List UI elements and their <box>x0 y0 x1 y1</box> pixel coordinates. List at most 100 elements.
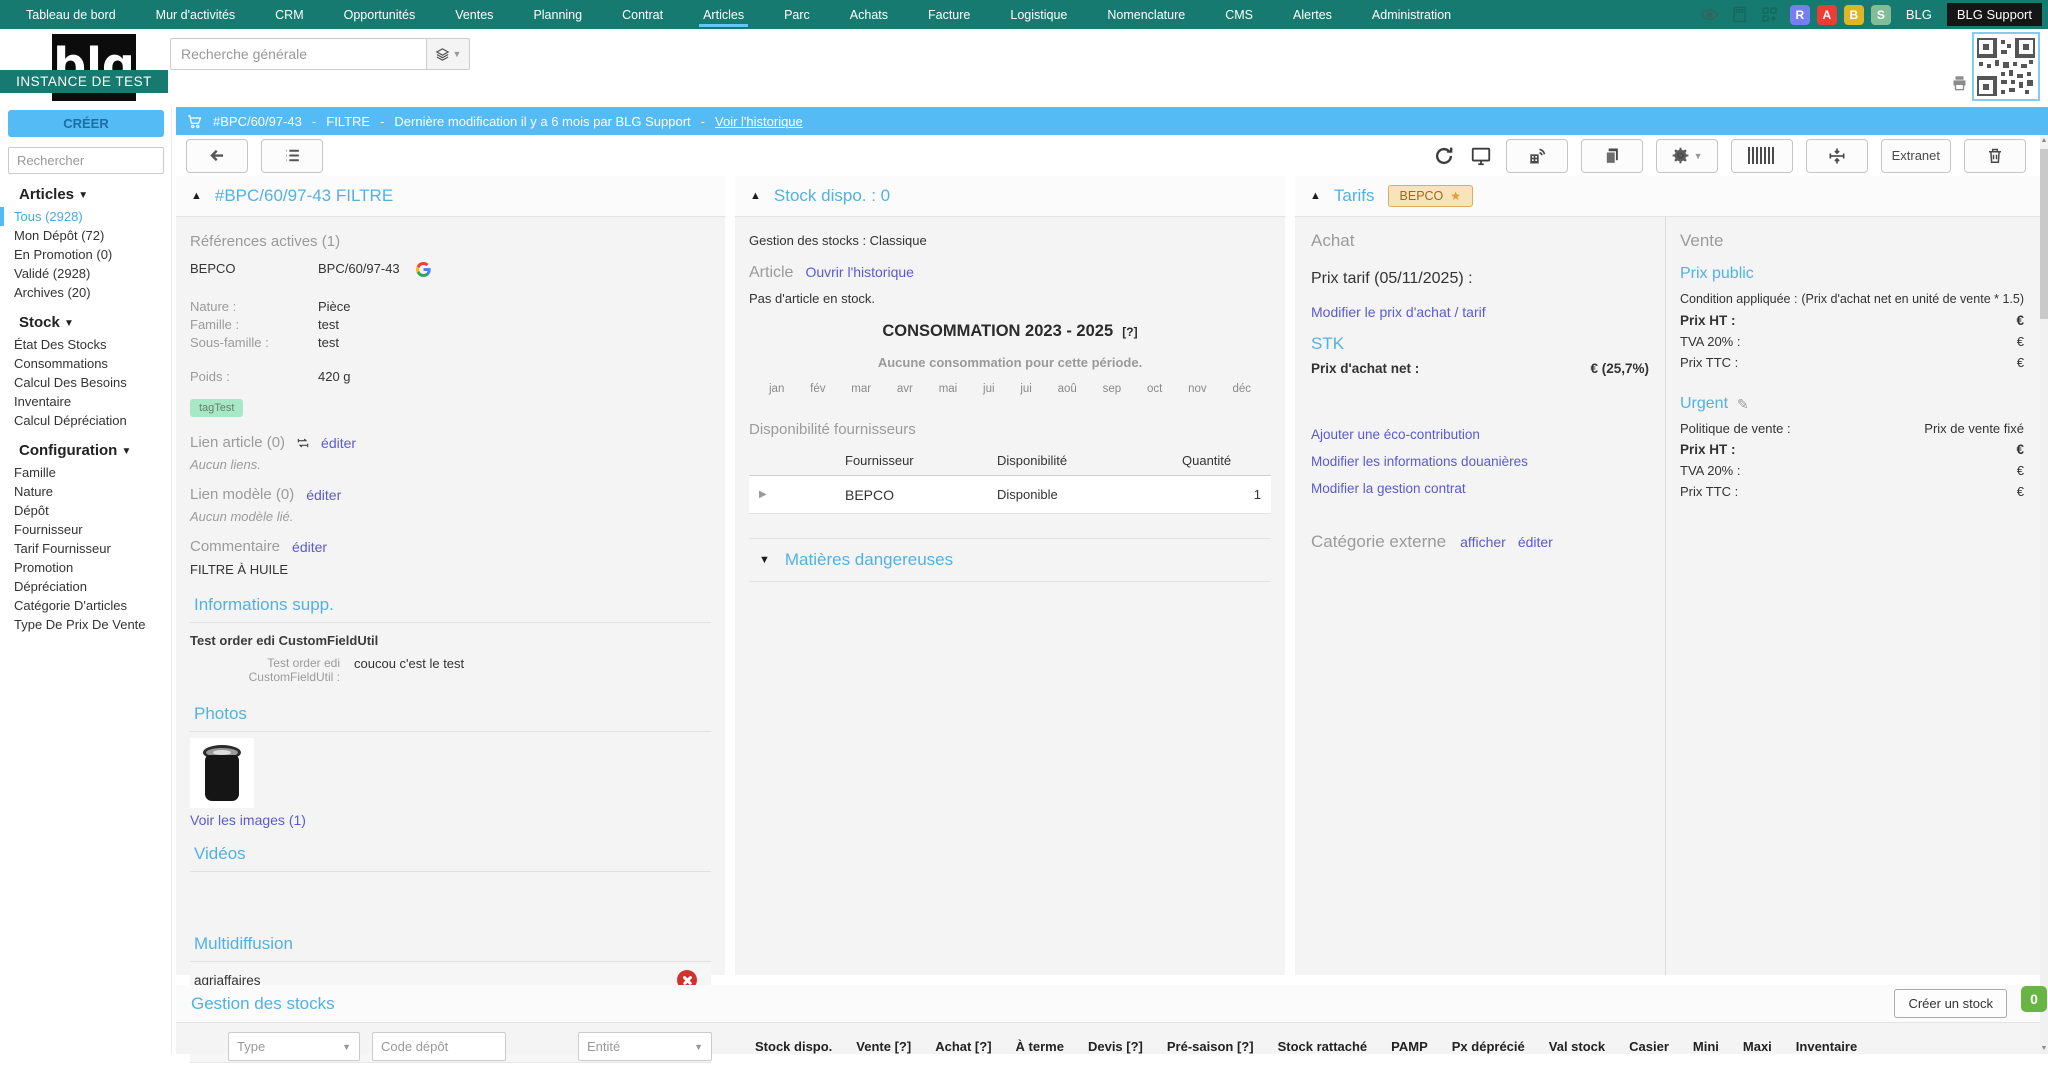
scroll-down-icon[interactable]: ▼ <box>2040 1045 2048 1052</box>
tariff-action-link[interactable]: Modifier les informations douanières <box>1311 454 1528 469</box>
settings-button[interactable]: ▼ <box>1656 139 1718 173</box>
sidebar-item[interactable]: Archives (20) <box>0 283 171 302</box>
nav-menu-item[interactable]: Contrat <box>602 0 683 29</box>
nav-menu-item[interactable]: Mur d'activités <box>136 0 256 29</box>
dealer-broadcast-button[interactable] <box>1506 139 1568 173</box>
nav-menu-item[interactable]: Opportunités <box>324 0 436 29</box>
eye-icon[interactable] <box>1700 5 1719 24</box>
sidebar-item[interactable]: Validé (2928) <box>0 264 171 283</box>
nav-menu-item[interactable]: CMS <box>1205 0 1273 29</box>
nav-menu-item[interactable]: Ventes <box>435 0 513 29</box>
link-swap-icon[interactable] <box>295 436 311 450</box>
edit-article-links[interactable]: éditer <box>321 435 356 451</box>
google-icon[interactable] <box>416 262 431 277</box>
view-images-link[interactable]: Voir les images (1) <box>190 812 306 828</box>
stk-label[interactable]: STK <box>1311 334 1649 354</box>
sidebar-section-title[interactable]: Stock ▼ <box>0 314 171 331</box>
sidebar-section-title[interactable]: Configuration ▼ <box>0 442 171 459</box>
nav-menu-item[interactable]: Facture <box>908 0 990 29</box>
reference-value: BPC/60/97-43 <box>318 260 400 278</box>
urgent-price-title[interactable]: Urgent <box>1680 395 1728 413</box>
sidebar-item[interactable]: Type De Prix De Vente <box>0 615 171 634</box>
entity-select[interactable]: Entité▼ <box>578 1032 712 1061</box>
edit-comment[interactable]: éditer <box>292 539 327 555</box>
user-badge[interactable]: A <box>1817 5 1837 25</box>
notification-badge[interactable]: 0 <box>2021 986 2047 1012</box>
sidebar-item[interactable]: En Promotion (0) <box>0 245 171 264</box>
sidebar-item[interactable]: Nature <box>0 482 171 501</box>
sidebar-item[interactable]: Tous (2928) <box>0 207 171 226</box>
sidebar-item[interactable]: Fournisseur <box>0 520 171 539</box>
nav-menu-item[interactable]: Alertes <box>1273 0 1352 29</box>
search-scope-button[interactable]: ▼ <box>426 38 470 70</box>
refresh-button[interactable] <box>1432 139 1456 173</box>
support-user-button[interactable]: BLG Support <box>1947 3 2042 26</box>
nav-menu-item[interactable]: Planning <box>513 0 602 29</box>
expand-row-icon[interactable]: ▶ <box>749 489 787 500</box>
history-link[interactable]: Voir l'historique <box>715 114 803 129</box>
back-button[interactable] <box>186 139 248 173</box>
sidebar-item[interactable]: Inventaire <box>0 392 171 411</box>
scroll-up-icon[interactable]: ▲ <box>2040 137 2048 144</box>
pencil-icon[interactable]: ✎ <box>1737 396 1749 413</box>
calculator-icon[interactable] <box>1730 5 1749 24</box>
page-scrollbar[interactable]: ▲ ▼ <box>2040 135 2048 1054</box>
list-view-button[interactable] <box>261 139 323 173</box>
type-select[interactable]: Type▼ <box>228 1032 360 1061</box>
display-button[interactable] <box>1469 139 1493 173</box>
sidebar-item[interactable]: Promotion <box>0 558 171 577</box>
sidebar-item[interactable]: Dépréciation <box>0 577 171 596</box>
scrollbar-thumb[interactable] <box>2040 149 2048 319</box>
table-row[interactable]: ▶ BEPCO Disponible 1 <box>749 476 1271 514</box>
user-badge[interactable]: R <box>1790 5 1810 25</box>
sidebar-item[interactable]: Calcul Dépréciation <box>0 411 171 430</box>
depot-code-input[interactable] <box>372 1032 506 1061</box>
sidebar-item[interactable]: État Des Stocks <box>0 335 171 354</box>
sidebar-item[interactable]: Consommations <box>0 354 171 373</box>
printer-icon[interactable] <box>1951 75 1968 91</box>
duplicate-button[interactable] <box>1581 139 1643 173</box>
sidebar-item[interactable]: Calcul Des Besoins <box>0 373 171 392</box>
article-panel-header[interactable]: ▲ #BPC/60/97-43 FILTRE <box>176 176 725 217</box>
user-badge[interactable]: B <box>1844 5 1864 25</box>
external-category-link[interactable]: afficher <box>1460 534 1506 550</box>
public-price-title[interactable]: Prix public <box>1680 265 2024 283</box>
sidebar: CRÉER Articles ▼ Tous (2928)Mon Dépôt (7… <box>0 107 172 1054</box>
sidebar-section-title[interactable]: Articles ▼ <box>0 186 171 203</box>
tarifs-panel-header[interactable]: ▲ Tarifs BEPCO ★ <box>1295 176 2040 217</box>
help-icon[interactable]: [?] <box>1122 325 1137 339</box>
nav-menu-item[interactable]: Tableau de bord <box>6 0 136 29</box>
nav-menu-item[interactable]: Achats <box>830 0 908 29</box>
grid-add-icon[interactable] <box>1760 5 1779 24</box>
sidebar-search-input[interactable] <box>8 147 164 174</box>
create-stock-button[interactable]: Créer un stock <box>1894 989 2007 1018</box>
delete-button[interactable] <box>1964 139 2026 173</box>
sidebar-item[interactable]: Mon Dépôt (72) <box>0 226 171 245</box>
nav-menu-item[interactable]: Parc <box>764 0 830 29</box>
article-photo-thumbnail[interactable] <box>190 738 254 808</box>
supplier-tariff-badge[interactable]: BEPCO ★ <box>1388 185 1474 207</box>
open-history-link[interactable]: Ouvrir l'historique <box>805 264 914 280</box>
external-category-link[interactable]: éditer <box>1518 534 1553 550</box>
tariff-action-link[interactable]: Modifier la gestion contrat <box>1311 481 1466 496</box>
barcode-button[interactable] <box>1731 139 1793 173</box>
sidebar-item[interactable]: Catégorie D'articles <box>0 596 171 615</box>
modify-purchase-price-link[interactable]: Modifier le prix d'achat / tarif <box>1311 304 1486 320</box>
sidebar-item[interactable]: Tarif Fournisseur <box>0 539 171 558</box>
create-button[interactable]: CRÉER <box>8 110 164 137</box>
nav-menu-item[interactable]: Articles <box>683 0 764 29</box>
sidebar-item[interactable]: Dépôt <box>0 501 171 520</box>
user-badge[interactable]: S <box>1871 5 1891 25</box>
nav-menu-item[interactable]: Administration <box>1352 0 1471 29</box>
stock-panel-header[interactable]: ▲ Stock dispo. : 0 <box>735 176 1285 217</box>
sidebar-item[interactable]: Famille <box>0 463 171 482</box>
merge-button[interactable] <box>1806 139 1868 173</box>
nav-menu-item[interactable]: Nomenclature <box>1087 0 1205 29</box>
nav-menu-item[interactable]: Logistique <box>990 0 1087 29</box>
nav-menu-item[interactable]: CRM <box>255 0 323 29</box>
tariff-action-link[interactable]: Ajouter une éco-contribution <box>1311 427 1480 442</box>
extranet-button[interactable]: Extranet <box>1881 139 1951 173</box>
hazardous-materials-section[interactable]: ▼ Matières dangereuses <box>749 538 1271 582</box>
edit-model-links[interactable]: éditer <box>306 487 341 503</box>
global-search-input[interactable] <box>170 38 426 70</box>
